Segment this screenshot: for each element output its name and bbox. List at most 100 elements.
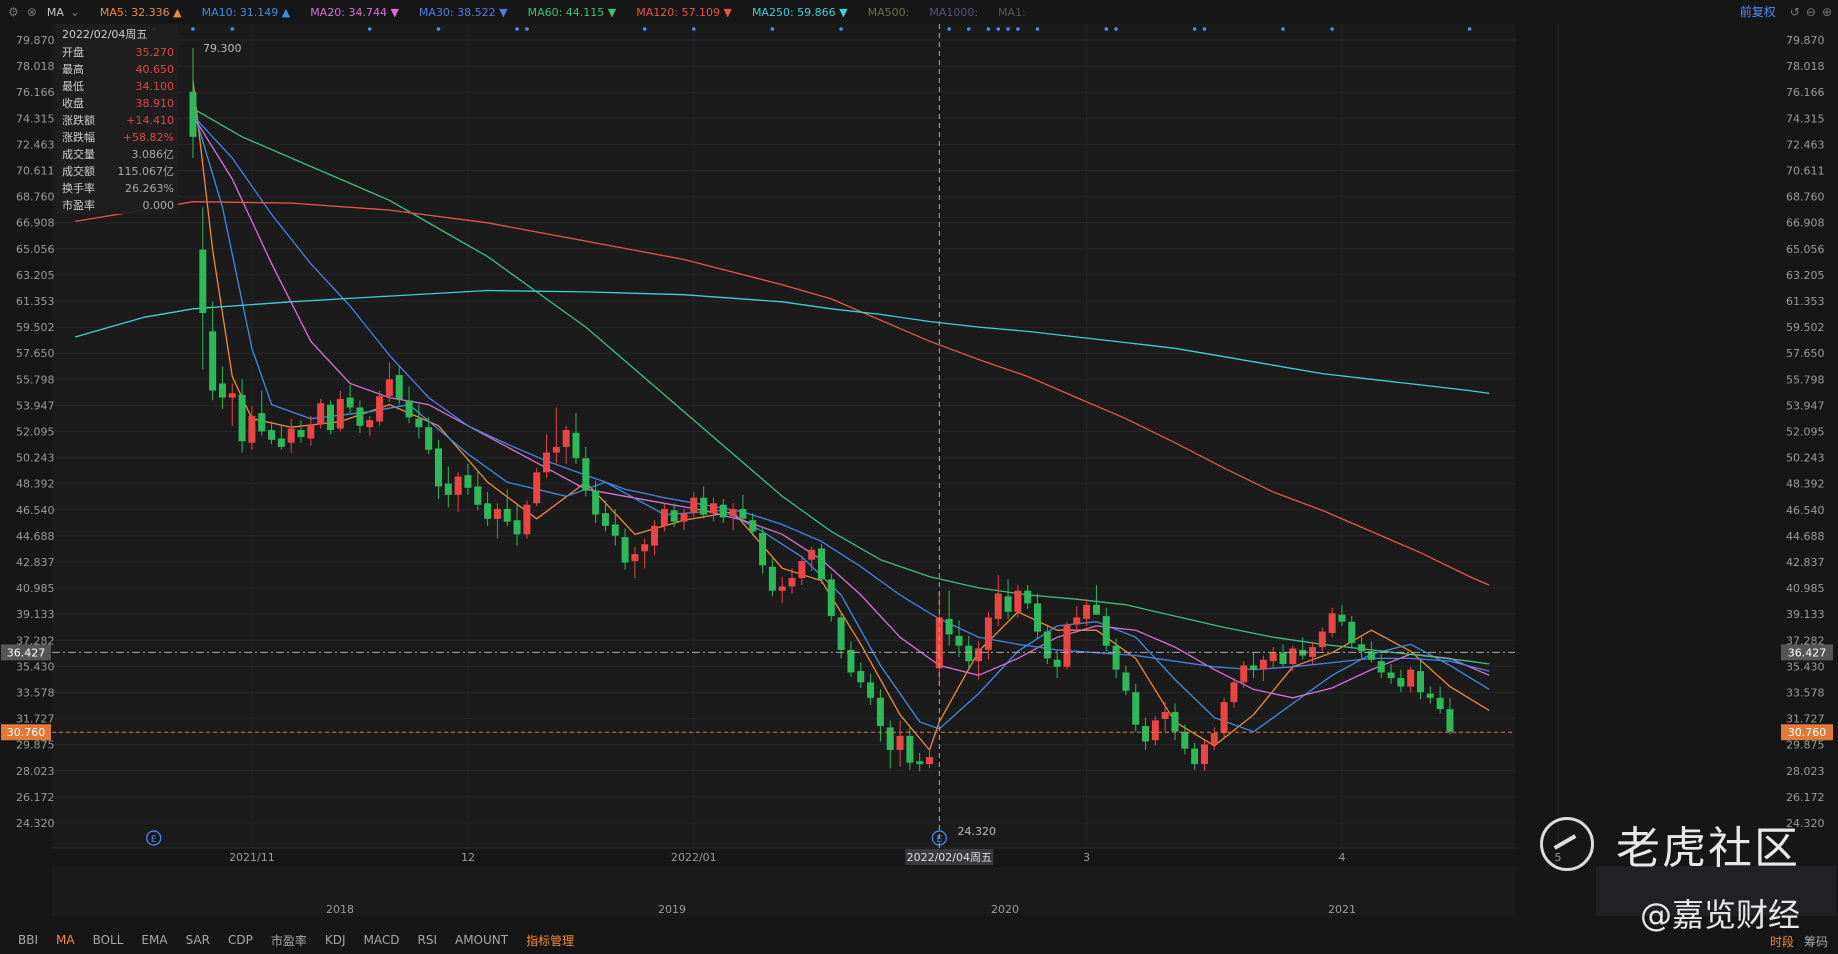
candle-body (1191, 748, 1199, 765)
candle-body (1092, 604, 1100, 615)
candlestick-chart[interactable]: 36.427 36.427 2022/02/04周五 30.760 30.760 79.3… (0, 0, 1838, 926)
mini-timeline-label: 2019 (658, 903, 686, 916)
mini-timeline-label: 2020 (991, 903, 1019, 916)
candle-body (827, 579, 835, 617)
event-marker-label: E (151, 835, 157, 845)
info-value: 0.000 (142, 199, 175, 212)
y-tick-label-left: 50.243 (16, 452, 55, 465)
tab-kdj[interactable]: KDJ (325, 933, 346, 947)
tab-pe[interactable]: 市盈率 (271, 932, 307, 949)
candle-body (1122, 672, 1130, 691)
candle-body (975, 648, 983, 662)
indicator-manager-button[interactable]: 指标管理 (526, 932, 574, 949)
candle-body (1200, 744, 1208, 765)
info-label: 成交量 (62, 148, 95, 161)
candle-body (798, 561, 806, 579)
info-label: 涨跌幅 (62, 131, 95, 144)
signal-dot (692, 27, 696, 31)
candle-body (916, 761, 924, 765)
candle-body (808, 549, 816, 560)
info-value: 3.086亿 (131, 148, 175, 161)
y-tick-label-left: 72.463 (16, 138, 55, 151)
info-value: 38.910 (135, 97, 175, 110)
signal-dot (515, 27, 519, 31)
y-tick-label-left: 28.023 (16, 765, 55, 778)
info-row: 收盘 38.910 (56, 95, 178, 112)
candle-body (1328, 613, 1336, 633)
candle-body (562, 430, 570, 447)
y-tick-label-right: 66.908 (1786, 217, 1825, 230)
candle-body (1318, 631, 1326, 648)
candle-body (1397, 678, 1405, 687)
candle-body (1004, 596, 1012, 612)
candle-body (1358, 644, 1366, 652)
y-tick-label-right: 44.688 (1786, 530, 1825, 543)
candle-body (513, 520, 521, 535)
candle-body (984, 617, 992, 650)
y-tick-label-left: 44.688 (16, 530, 55, 543)
candle-body (297, 430, 305, 438)
candle-body (660, 508, 668, 526)
candle-body (896, 735, 904, 750)
candle-body (454, 476, 462, 495)
tab-time-period[interactable]: 时段 (1770, 933, 1794, 950)
candle-body (709, 503, 717, 514)
signal-dot (1035, 27, 1040, 31)
y-tick-label-left: 59.502 (16, 321, 55, 334)
signal-dot (1330, 27, 1334, 31)
candle-body (1083, 604, 1091, 619)
candle-body (1063, 624, 1071, 667)
candle-body (601, 513, 609, 526)
candle-body (749, 520, 757, 532)
candle-body (415, 418, 423, 428)
candle-body (994, 593, 1002, 619)
candle-body (385, 379, 393, 397)
candle-body (1436, 697, 1444, 710)
candle-body (670, 510, 678, 522)
candle-body (857, 671, 865, 683)
signal-dot (367, 27, 372, 31)
tab-boll[interactable]: BOLL (93, 933, 124, 947)
candle-body (788, 578, 796, 587)
tab-rsi[interactable]: RSI (417, 933, 437, 947)
y-tick-label-right: 37.282 (1786, 634, 1825, 647)
candle-body (876, 697, 884, 727)
candle-body (1142, 726, 1150, 742)
low-annotation: 24.320 (958, 825, 997, 838)
candle-body (189, 91, 197, 137)
tab-cdp[interactable]: CDP (228, 933, 253, 947)
y-tick-label-right: 46.540 (1786, 504, 1825, 517)
info-label: 开盘 (62, 46, 84, 59)
info-value: 34.100 (135, 80, 175, 93)
y-tick-label-left: 74.315 (16, 112, 55, 125)
candle-body (1043, 631, 1051, 659)
tab-bbi[interactable]: BBI (18, 933, 38, 947)
y-tick-label-left: 66.908 (16, 217, 55, 230)
tab-ema[interactable]: EMA (141, 933, 167, 947)
x-tick-label: 4 (1338, 851, 1345, 864)
candle-body (955, 635, 963, 646)
signal-dot (642, 27, 647, 31)
candle-body (1387, 672, 1395, 679)
y-tick-label-left: 48.392 (16, 478, 55, 491)
signal-dot (230, 27, 235, 31)
info-date: 2022/02/04周五 (62, 28, 148, 41)
tab-ma[interactable]: MA (56, 933, 75, 947)
candle-body (277, 438, 285, 447)
candle-body (611, 524, 619, 536)
signal-dot (1192, 27, 1197, 31)
tab-amount[interactable]: AMOUNT (455, 933, 508, 947)
candle-body (376, 396, 384, 422)
candle-body (1220, 702, 1228, 734)
candle-body (1348, 621, 1356, 643)
tab-macd[interactable]: MACD (364, 933, 400, 947)
candle-body (1377, 661, 1385, 673)
candle-body (1269, 652, 1277, 662)
x-tick-label: 12 (461, 851, 475, 864)
candle-body (523, 504, 531, 535)
tab-chips[interactable]: 筹码 (1804, 933, 1828, 950)
tab-sar[interactable]: SAR (186, 933, 210, 947)
candle-body (906, 735, 914, 763)
y-tick-label-right: 39.133 (1786, 608, 1825, 621)
mini-timeline-label: 2018 (326, 903, 354, 916)
